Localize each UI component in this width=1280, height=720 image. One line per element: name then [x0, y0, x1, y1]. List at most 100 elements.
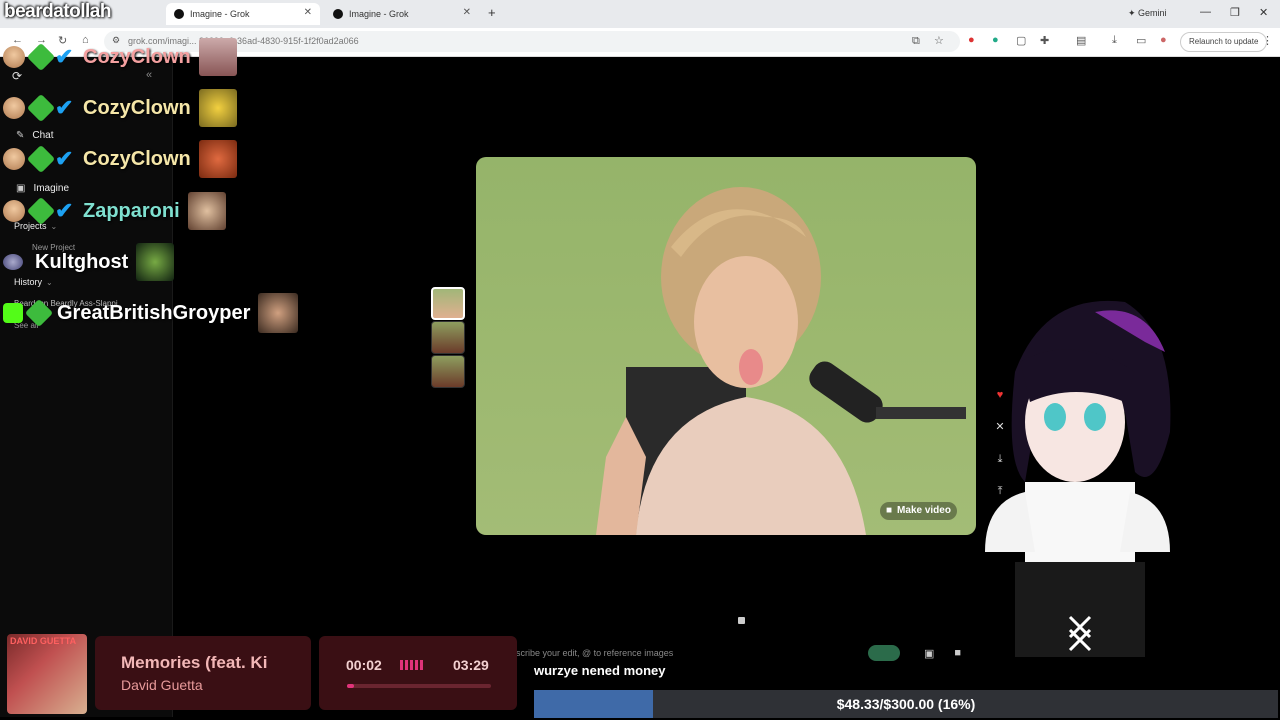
- close-window-icon[interactable]: ✕: [1259, 6, 1268, 19]
- chat-avatar: [258, 293, 299, 333]
- edit-icon: ✎: [16, 130, 25, 141]
- chat-username: Kultghost: [35, 250, 129, 273]
- chat-message: ✔ CozyClown: [3, 89, 237, 127]
- sidebar-item-history[interactable]: History ⌄: [14, 277, 53, 287]
- thumbnail-1[interactable]: [431, 287, 465, 320]
- image-upload-icon[interactable]: ▣: [924, 647, 934, 660]
- sidebar-item-chat[interactable]: ✎ Chat: [16, 130, 54, 141]
- chat-avatar: [187, 192, 226, 230]
- streamer-name: beardatollah: [4, 1, 111, 22]
- gemini-icon: ✦: [1128, 8, 1139, 18]
- chat-message: GreatBritishGroyper: [3, 293, 299, 333]
- person-figure: [596, 187, 966, 535]
- chat-message: ✔ Zapparoni: [3, 192, 226, 230]
- chat-avatar: [198, 140, 237, 178]
- elapsed-time: 00:02: [346, 657, 382, 673]
- chat-badges: ✔: [3, 196, 81, 226]
- close-tab-icon[interactable]: ✕: [304, 7, 312, 18]
- audio-visualizer-icon: [400, 660, 425, 670]
- song-progress-bar: [347, 684, 491, 688]
- extension-grammarly-icon[interactable]: ●: [992, 34, 999, 46]
- sub-badge-icon: [26, 196, 56, 226]
- sub-badge-icon: [24, 298, 54, 328]
- song-duration: 03:29: [453, 657, 489, 673]
- chat-message: ✔ CozyClown: [3, 140, 237, 178]
- chat-username: CozyClown: [83, 96, 191, 119]
- chat-badges: ✔: [3, 93, 81, 123]
- chat-badges: ✔: [3, 144, 81, 174]
- extension-record-icon[interactable]: ●: [968, 34, 975, 46]
- chat-username: CozyClown: [83, 45, 191, 68]
- goal-text: $48.33/$300.00 (16%): [836, 696, 976, 712]
- minimize-icon[interactable]: —: [1200, 6, 1211, 18]
- chevron-down-icon: ⌄: [46, 277, 53, 287]
- browser-tab-1[interactable]: Imagine - Grok ✕: [166, 3, 320, 25]
- song-title: Memories (feat. Ki: [121, 653, 268, 672]
- chat-avatar: [198, 89, 237, 127]
- grammarly-toggle-icon[interactable]: [868, 645, 900, 661]
- donation-goal-bar: $48.33/$300.00 (16%): [534, 690, 1278, 718]
- user-badge-icon: [3, 148, 25, 170]
- chat-username: CozyClown: [83, 147, 191, 170]
- chat-message: Kultghost: [3, 243, 175, 281]
- song-artist: David Guetta: [121, 677, 203, 693]
- thumbnail-2[interactable]: [431, 321, 465, 354]
- relaunch-button[interactable]: Relaunch to update: [1180, 32, 1268, 52]
- close-tab-icon[interactable]: ✕: [463, 7, 471, 18]
- make-video-button[interactable]: ■ Make video: [880, 502, 957, 520]
- extension-icon[interactable]: ▢: [1016, 34, 1026, 47]
- restore-icon[interactable]: ❐: [1230, 6, 1240, 19]
- bookmark-star-icon[interactable]: ☆: [934, 34, 944, 47]
- gemini-button[interactable]: ✦ Gemini: [1128, 8, 1167, 19]
- song-progress-fill: [347, 684, 355, 688]
- thumbnail-3[interactable]: [431, 355, 465, 388]
- image-icon: ▣: [16, 183, 26, 194]
- now-playing-info: Memories (feat. Ki David Guetta: [95, 636, 311, 710]
- tab-label: Imagine - Grok: [349, 9, 409, 19]
- album-art: DAVID GUETTA: [7, 634, 87, 714]
- install-icon[interactable]: ⧉: [912, 35, 920, 48]
- sub-badge-icon: [26, 93, 56, 123]
- verified-check-icon: ✔: [55, 95, 74, 120]
- user-badge-icon: [3, 46, 25, 68]
- verified-check-icon: ✔: [55, 146, 74, 171]
- now-playing-time: 00:02 03:29: [319, 636, 517, 710]
- variation-thumbnails: [431, 287, 465, 389]
- prompt-tools: ▣ ■: [868, 645, 961, 661]
- tts-message: wurzye nened money: [534, 663, 666, 678]
- profile-avatar[interactable]: ●: [1160, 34, 1167, 46]
- extensions-puzzle-icon[interactable]: ✚: [1040, 34, 1049, 47]
- sidebar-item-imagine[interactable]: ▣ Imagine: [16, 183, 69, 194]
- grok-icon: [333, 9, 343, 19]
- verified-check-icon: ✔: [55, 44, 74, 69]
- chat-badges: ✔: [3, 42, 81, 72]
- sub-badge-icon: [26, 42, 56, 72]
- download-icon[interactable]: ⤓: [1112, 34, 1117, 47]
- browser-tab-2[interactable]: Imagine - Grok ✕: [325, 3, 479, 25]
- chat-badges: [3, 298, 55, 328]
- user-badge-icon: [3, 200, 25, 222]
- vtuber-avatar: [985, 300, 1171, 657]
- chat-username: GreatBritishGroyper: [57, 301, 251, 324]
- kick-badge-icon: [3, 303, 23, 323]
- menu-kebab-icon[interactable]: ⋮: [1262, 34, 1273, 47]
- video-mode-icon[interactable]: ■: [954, 647, 961, 659]
- scroll-indicator[interactable]: [738, 617, 745, 624]
- chat-username: Zapparoni: [83, 199, 180, 222]
- chat-avatar: [136, 243, 175, 281]
- new-tab-icon[interactable]: +: [488, 5, 496, 20]
- chat-avatar: [198, 38, 237, 76]
- verified-check-icon: ✔: [55, 198, 74, 223]
- tab-label: Imagine - Grok: [190, 9, 250, 19]
- browser-tab-bar: Imagine - Grok ✕ Imagine - Grok ✕ + ✦ Ge…: [0, 0, 1280, 28]
- chat-badges: [3, 254, 33, 270]
- cast-icon[interactable]: ▭: [1136, 34, 1146, 47]
- grok-icon: [174, 9, 184, 19]
- generated-image[interactable]: [476, 157, 976, 535]
- user-badge-icon: [3, 97, 25, 119]
- video-camera-icon: ■: [886, 505, 893, 516]
- sub-badge-icon: [26, 144, 56, 174]
- sidepanel-icon[interactable]: ▤: [1076, 34, 1086, 47]
- chat-message: ✔ CozyClown: [3, 38, 237, 76]
- planet-badge-icon: [3, 254, 23, 270]
